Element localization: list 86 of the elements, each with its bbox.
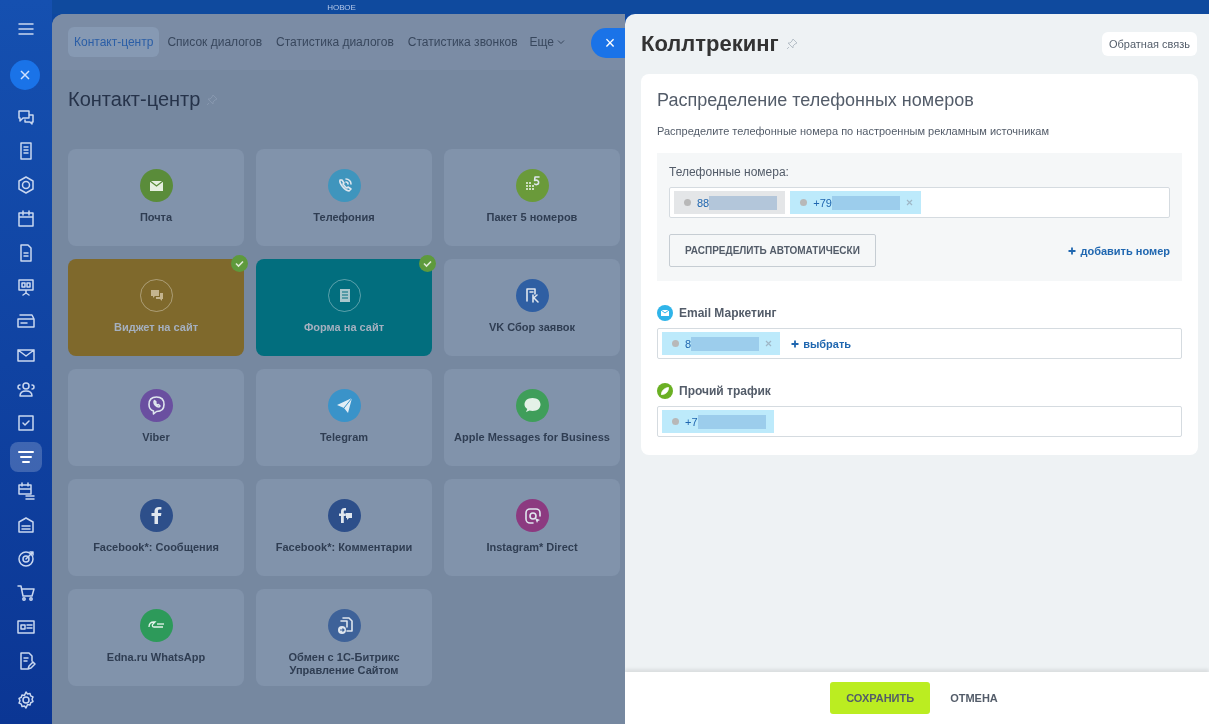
- card-label: Почта: [139, 211, 173, 224]
- card-label: Telegram: [319, 431, 369, 444]
- target-icon[interactable]: [16, 549, 36, 569]
- status-dot: [800, 199, 808, 206]
- phone-number: +7: [685, 415, 698, 428]
- card-label: Виджет на сайт: [113, 321, 199, 334]
- new-label: НОВОЕ: [327, 3, 356, 12]
- panel-title: Коллтрекинг: [641, 31, 779, 57]
- card-label: Facebook*: Комментарии: [275, 541, 413, 554]
- channel-card[interactable]: Instagram* Direct: [444, 479, 620, 576]
- drive-icon[interactable]: [16, 311, 36, 331]
- channel-card[interactable]: Facebook*: Комментарии: [256, 479, 432, 576]
- chat-icon: [139, 279, 173, 312]
- cancel-button[interactable]: ОТМЕНА: [944, 691, 1004, 705]
- checkbox-icon[interactable]: [16, 413, 36, 433]
- card-label: Instagram* Direct: [486, 541, 578, 554]
- card-label: Apple Messages for Business: [454, 431, 610, 444]
- channel-card[interactable]: Apple Messages for Business: [444, 369, 620, 466]
- add-number-link[interactable]: добавить номер: [1068, 244, 1170, 257]
- plus-icon: [1068, 246, 1077, 255]
- settings-icon[interactable]: [16, 690, 36, 710]
- phone-numbers-field[interactable]: 8 выбрать: [657, 328, 1182, 359]
- page-title: Контакт-центр: [68, 88, 201, 111]
- phone-number-tag[interactable]: 8: [662, 332, 781, 355]
- status-dot: [672, 418, 679, 425]
- card-label: Форма на сайт: [303, 321, 385, 334]
- redaction-bar: [697, 414, 766, 429]
- card-label: Viber: [142, 431, 170, 444]
- section-description: Распределите телефонные номера по настроенным рекламным источникам: [657, 125, 1050, 137]
- select-link[interactable]: выбрать: [791, 337, 852, 350]
- tab[interactable]: Статистика диалогов: [270, 27, 400, 57]
- calendar-icon[interactable]: [16, 209, 36, 229]
- source-name: Прочий трафик: [679, 384, 771, 398]
- save-button[interactable]: СОХРАНИТЬ: [830, 682, 931, 714]
- check-icon: [231, 255, 248, 272]
- channel-card[interactable]: Почта: [68, 149, 244, 246]
- people-icon[interactable]: [16, 379, 36, 399]
- channel-card[interactable]: Обмен с 1С-Битрикс Управление Сайтом: [256, 589, 432, 686]
- section-title: Распределение телефонных номеров: [657, 90, 975, 111]
- distribute-button[interactable]: РАСПРЕДЕЛИТЬ АВТОМАТИЧЕСКИ: [669, 234, 876, 267]
- channel-card[interactable]: Пакет 5 номеров: [444, 149, 620, 246]
- warehouse-icon[interactable]: [16, 515, 36, 535]
- check-icon: [419, 255, 436, 272]
- form-icon: [327, 279, 361, 312]
- status-dot: [684, 199, 691, 206]
- chat-icon[interactable]: [16, 107, 36, 127]
- cart-icon[interactable]: [16, 583, 36, 603]
- phone-number: 8: [685, 337, 692, 350]
- redaction-bar: [709, 195, 778, 210]
- hexagon-icon[interactable]: [16, 175, 36, 195]
- tab[interactable]: Список диалогов: [161, 27, 269, 57]
- calendar-list-icon[interactable]: [16, 481, 36, 501]
- tab[interactable]: Контакт-центр: [68, 27, 160, 57]
- card-label: Edna.ru WhatsApp: [106, 651, 206, 664]
- presentation-board-icon[interactable]: [16, 277, 36, 297]
- status-dot: [672, 340, 679, 347]
- close-icon[interactable]: [10, 60, 40, 90]
- channel-card[interactable]: Edna.ru WhatsApp: [68, 589, 244, 686]
- channel-card[interactable]: Viber: [68, 369, 244, 466]
- plus-icon: [791, 339, 800, 348]
- redaction-bar: [831, 195, 900, 210]
- phone-numbers-field[interactable]: 88 +79: [669, 187, 1170, 218]
- channel-card[interactable]: VK Сбор заявок: [444, 259, 620, 356]
- phone-number-tag[interactable]: +79: [790, 191, 921, 214]
- phone-number-tag[interactable]: +7: [662, 410, 774, 433]
- card-label: Пакет 5 номеров: [486, 211, 578, 224]
- close-button[interactable]: ×: [591, 28, 625, 58]
- id-card-icon[interactable]: [16, 617, 36, 637]
- field-label: Телефонные номера:: [669, 165, 790, 179]
- phone-number: 88: [697, 196, 710, 209]
- card-label: VK Сбор заявок: [488, 321, 576, 334]
- tab[interactable]: Статистика звонков: [401, 27, 524, 57]
- caret-icon: [557, 39, 566, 45]
- channel-card[interactable]: Телефония: [256, 149, 432, 246]
- redaction-bar: [691, 336, 760, 351]
- phone-number-tag[interactable]: 88: [674, 191, 786, 214]
- phone-numbers-field[interactable]: +7: [657, 406, 1182, 437]
- feedback-button[interactable]: Обратная связь: [1101, 32, 1197, 56]
- card-label: Обмен с 1С-Битрикс Управление Сайтом: [287, 651, 401, 677]
- card-label: Телефония: [313, 211, 375, 224]
- card-label: Facebook*: Сообщения: [93, 541, 219, 554]
- channel-card[interactable]: Facebook*: Сообщения: [68, 479, 244, 576]
- phone-number: +79: [813, 196, 832, 209]
- source-name: Email Маркетинг: [679, 306, 777, 320]
- channel-card[interactable]: Telegram: [256, 369, 432, 466]
- more-tab[interactable]: Еще: [525, 27, 570, 57]
